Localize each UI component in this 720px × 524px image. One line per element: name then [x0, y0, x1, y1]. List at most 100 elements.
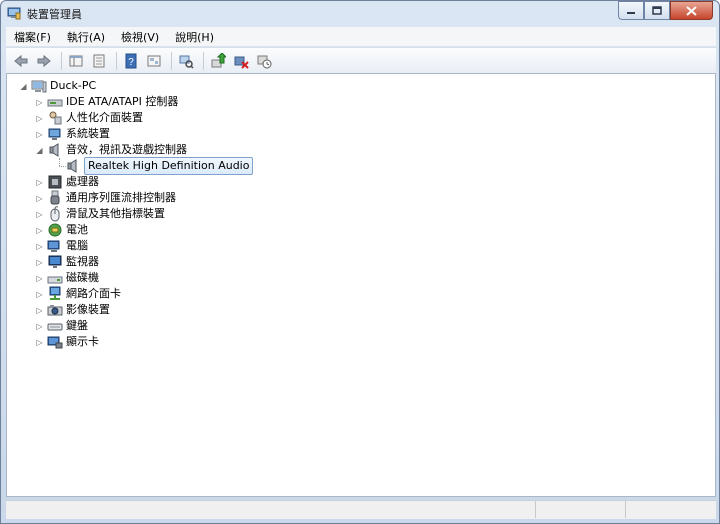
- ide-controller-icon: [47, 94, 63, 110]
- disable-button[interactable]: [254, 51, 274, 71]
- tree-device-selected[interactable]: Realtek High Definition Audio: [65, 157, 254, 175]
- toolbar: ?: [6, 47, 716, 73]
- expand-chevron-icon[interactable]: ▷: [35, 338, 44, 347]
- tree-category-label: 處理器: [66, 175, 99, 188]
- expand-chevron-icon[interactable]: ▷: [35, 306, 44, 315]
- tree-category[interactable]: ▷ 網路介面卡: [35, 286, 121, 302]
- tree-root[interactable]: ◢ Duck-PC: [19, 78, 96, 94]
- update-driver-icon: [211, 52, 226, 67]
- menu-file[interactable]: 檔案(F): [6, 29, 59, 45]
- scan-hardware-button[interactable]: [176, 51, 196, 71]
- status-bar: [6, 500, 716, 519]
- tree-category-label: 滑鼠及其他指標裝置: [66, 207, 165, 220]
- status-cell: [626, 501, 714, 518]
- caption-buttons: [618, 1, 713, 20]
- tree-category[interactable]: ▷ 電池: [35, 222, 88, 238]
- maximize-button[interactable]: [644, 1, 670, 20]
- hid-icon: [47, 110, 63, 126]
- tree-category-label: 電池: [66, 223, 88, 236]
- details-button[interactable]: [89, 51, 109, 71]
- tree-category-label: 電腦: [66, 239, 88, 252]
- tree-category[interactable]: ▷ 鍵盤: [35, 318, 88, 334]
- tree-category-expanded[interactable]: ◢ 音效，視訊及遊戲控制器: [35, 142, 187, 158]
- forward-button[interactable]: [34, 51, 54, 71]
- properties-pane-button[interactable]: [66, 51, 86, 71]
- tree-category[interactable]: ▷ 磁碟機: [35, 270, 99, 286]
- collapse-chevron-icon[interactable]: ◢: [35, 146, 44, 155]
- usb-icon: [47, 190, 63, 206]
- uninstall-button[interactable]: [231, 51, 251, 71]
- expand-chevron-icon[interactable]: ▷: [35, 98, 44, 107]
- tree-category[interactable]: ▷ 人性化介面裝置: [35, 110, 143, 126]
- show-hidden-button[interactable]: [144, 51, 164, 71]
- device-manager-icon: [7, 6, 21, 20]
- tree-category[interactable]: ▷ 系統裝置: [35, 126, 110, 142]
- speaker-icon: [65, 158, 81, 174]
- tree-category[interactable]: ▷ 處理器: [35, 174, 99, 190]
- toolbar-separator: [61, 51, 62, 70]
- tree-category[interactable]: ▷ 影像裝置: [35, 302, 110, 318]
- tree-category-label: 音效，視訊及遊戲控制器: [66, 143, 187, 156]
- menu-bar: 檔案(F) 執行(A) 檢視(V) 說明(H): [6, 27, 716, 46]
- tree-category-label: IDE ATA/ATAPI 控制器: [66, 95, 179, 108]
- status-cell: [536, 501, 626, 518]
- tree-category-label: 磁碟機: [66, 271, 99, 284]
- tree-category-label: 網路介面卡: [66, 287, 121, 300]
- back-button[interactable]: [11, 51, 31, 71]
- update-driver-button[interactable]: [208, 51, 228, 71]
- expand-chevron-icon[interactable]: ▷: [35, 178, 44, 187]
- show-hidden-icon: [147, 55, 161, 66]
- close-button[interactable]: [670, 1, 713, 20]
- expand-chevron-icon[interactable]: ▷: [35, 210, 44, 219]
- tree-category-label: 人性化介面裝置: [66, 111, 143, 124]
- expand-chevron-icon[interactable]: ▷: [35, 290, 44, 299]
- tree-category-label: 監視器: [66, 255, 99, 268]
- tree-category[interactable]: ▷ 通用序列匯流排控制器: [35, 190, 176, 206]
- tree-category[interactable]: ▷ 顯示卡: [35, 334, 99, 350]
- scan-hardware-icon: [179, 55, 194, 69]
- tree-category[interactable]: ▷ IDE ATA/ATAPI 控制器: [35, 94, 178, 110]
- tree-device-label: Realtek High Definition Audio: [84, 157, 254, 175]
- tree-category-label: 鍵盤: [66, 319, 88, 332]
- expand-chevron-icon[interactable]: ▷: [35, 194, 44, 203]
- menu-help[interactable]: 說明(H): [167, 29, 222, 45]
- toolbar-separator: [171, 51, 172, 70]
- properties-pane-icon: [69, 55, 83, 66]
- expand-chevron-icon[interactable]: ▷: [35, 130, 44, 139]
- back-icon: [14, 54, 28, 67]
- menu-view[interactable]: 檢視(V): [113, 29, 167, 45]
- details-icon: [93, 54, 105, 67]
- tree-category-label: 顯示卡: [66, 335, 99, 348]
- minimize-icon: [627, 11, 635, 14]
- tree-category[interactable]: ▷ 電腦: [35, 238, 88, 254]
- imaging-device-icon: [47, 302, 63, 318]
- tree-category[interactable]: ▷ 滑鼠及其他指標裝置: [35, 206, 165, 222]
- display-adapter-icon: [47, 334, 63, 350]
- toolbar-separator: [203, 51, 204, 70]
- disable-icon: [257, 55, 272, 68]
- help-button[interactable]: ?: [121, 51, 141, 71]
- help-icon: ?: [125, 53, 137, 68]
- menu-action[interactable]: 執行(A): [59, 29, 113, 45]
- device-tree[interactable]: ◢ Duck-PC ▷ IDE ATA/ATAPI 控制器 ▷ 人性化介面裝置 …: [6, 73, 716, 497]
- computer-icon: [31, 78, 47, 94]
- expand-chevron-icon[interactable]: ▷: [35, 242, 44, 251]
- battery-icon: [47, 222, 63, 238]
- system-device-icon: [47, 126, 63, 142]
- expand-chevron-icon[interactable]: ▷: [35, 258, 44, 267]
- expand-chevron-icon[interactable]: ▷: [35, 322, 44, 331]
- uninstall-icon: [234, 56, 249, 69]
- forward-icon: [37, 54, 51, 67]
- collapse-chevron-icon[interactable]: ◢: [19, 82, 28, 91]
- expand-chevron-icon[interactable]: ▷: [35, 226, 44, 235]
- status-cell: [6, 501, 536, 518]
- toolbar-separator: [116, 51, 117, 70]
- tree-category[interactable]: ▷ 監視器: [35, 254, 99, 270]
- tree-connector-line: [59, 158, 60, 166]
- expand-chevron-icon[interactable]: ▷: [35, 114, 44, 123]
- expand-chevron-icon[interactable]: ▷: [35, 274, 44, 283]
- monitor-icon: [47, 254, 63, 270]
- minimize-button[interactable]: [618, 1, 644, 20]
- title-bar[interactable]: 裝置管理員: [1, 1, 719, 25]
- keyboard-icon: [47, 318, 63, 334]
